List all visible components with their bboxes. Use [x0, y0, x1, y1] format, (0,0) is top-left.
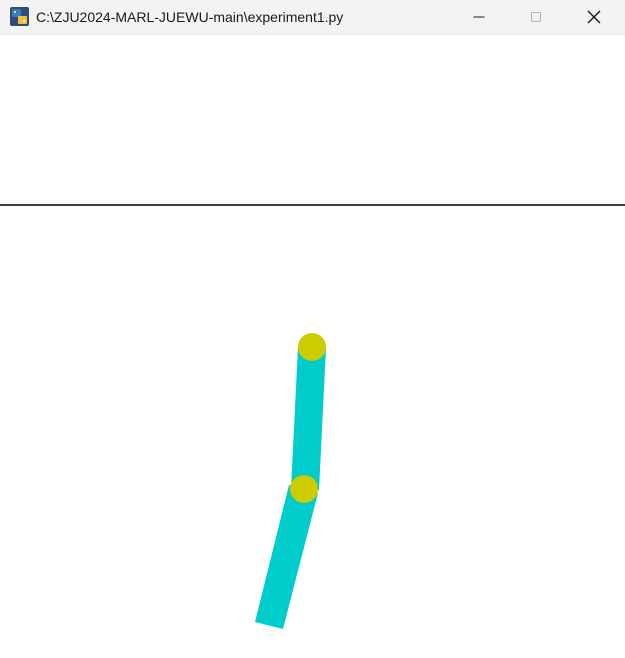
window-title: C:\ZJU2024-MARL-JUEWU-main\experiment1.p…	[36, 9, 344, 25]
simulation-canvas	[0, 35, 625, 658]
close-button[interactable]	[571, 0, 617, 34]
close-icon	[587, 10, 601, 24]
lower-joint	[290, 475, 318, 503]
app-window: C:\ZJU2024-MARL-JUEWU-main\experiment1.p…	[0, 0, 625, 658]
upper-pole-segment	[291, 347, 326, 490]
title-bar[interactable]: C:\ZJU2024-MARL-JUEWU-main\experiment1.p…	[0, 0, 625, 35]
maximize-icon	[531, 12, 541, 22]
python-icon	[10, 7, 29, 26]
lower-pole-segment	[255, 485, 318, 629]
upper-joint	[298, 333, 326, 361]
maximize-button[interactable]	[513, 0, 559, 34]
minimize-icon	[473, 16, 485, 18]
minimize-button[interactable]	[456, 0, 502, 34]
